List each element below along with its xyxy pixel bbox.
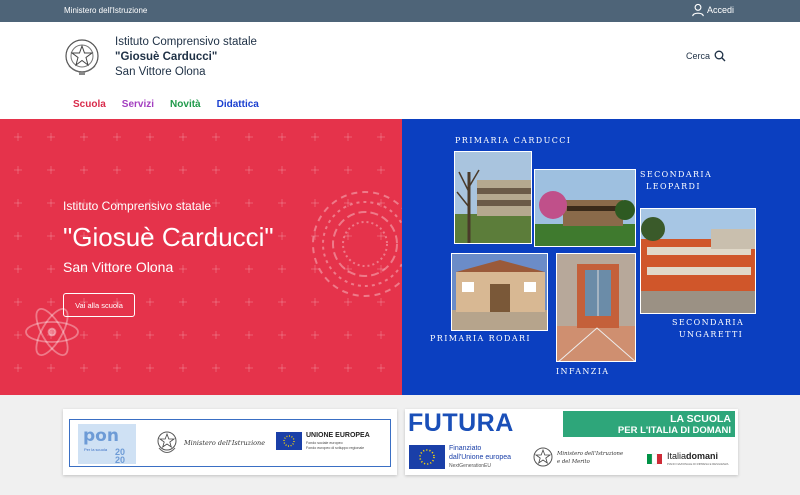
hero-subtitle: Istituto Comprensivo statale xyxy=(63,199,212,213)
pon-logo: pon Per la scuola 20 20 xyxy=(78,424,136,465)
pon-banner-frame: pon Per la scuola 20 20 Ministero dell'I… xyxy=(69,419,391,467)
label-secondaria-leopardi: SECONDARIA LEOPARDI xyxy=(640,170,713,191)
italy-flag-icon xyxy=(647,453,662,465)
eu-flag-icon xyxy=(409,445,445,469)
school-name-line2: "Giosuè Carducci" xyxy=(115,51,218,63)
schools-collage: PRIMARIA CARDUCCI SECONDARIA LEOPARDI PR… xyxy=(402,119,800,395)
go-to-school-button[interactable]: Vai alla scuola xyxy=(63,293,135,317)
pon-banner[interactable]: pon Per la scuola 20 20 Ministero dell'I… xyxy=(63,409,397,475)
republic-emblem-icon xyxy=(533,447,553,467)
label-primaria-carducci: PRIMARIA CARDUCCI xyxy=(455,136,572,145)
nav-item-didattica[interactable]: Didattica xyxy=(217,99,259,110)
label-primaria-rodari: PRIMARIA RODARI xyxy=(430,334,531,343)
school-name-line1: Istituto Comprensivo statale xyxy=(115,36,257,48)
school-name-line3: San Vittore Olona xyxy=(115,66,206,78)
search-icon xyxy=(714,50,726,62)
search-button[interactable]: Cerca xyxy=(686,50,726,62)
site-header: Istituto Comprensivo statale "Giosuè Car… xyxy=(0,22,800,119)
decorative-pattern xyxy=(14,133,402,372)
hero-title: "Giosuè Carducci" xyxy=(63,222,274,252)
photo-infanzia xyxy=(556,253,636,362)
photo-primaria-rodari xyxy=(451,253,548,331)
label-secondaria-ungaretti: SECONDARIA UNGARETTI xyxy=(672,318,745,339)
republic-emblem-icon xyxy=(157,431,177,453)
login-button[interactable]: Accedi xyxy=(691,3,734,17)
nav-item-servizi[interactable]: Servizi xyxy=(122,99,154,110)
hero-banner: Istituto Comprensivo statale "Giosuè Car… xyxy=(0,119,402,395)
label-infanzia: INFANZIA xyxy=(556,367,610,376)
eu-flag-icon xyxy=(276,432,302,450)
scuola-italia-logo: LA SCUOLA PER L'ITALIA DI DOMANI xyxy=(563,411,735,437)
ministry-link[interactable]: Ministero dell'Istruzione xyxy=(64,6,147,15)
main-nav: Scuola Servizi Novità Didattica xyxy=(73,99,275,110)
user-icon xyxy=(692,3,704,17)
nav-item-scuola[interactable]: Scuola xyxy=(73,99,106,110)
photo-secondaria-ungaretti xyxy=(640,208,756,314)
top-bar: Ministero dell'Istruzione Accedi xyxy=(0,0,800,22)
search-label: Cerca xyxy=(685,51,710,61)
login-label: Accedi xyxy=(706,5,734,15)
photo-primaria-carducci xyxy=(454,151,532,244)
school-name[interactable]: Istituto Comprensivo statale "Giosuè Car… xyxy=(115,35,257,80)
funding-logos-section: pon Per la scuola 20 20 Ministero dell'I… xyxy=(0,395,800,495)
futura-banner[interactable]: FUTURA LA SCUOLA PER L'ITALIA DI DOMANI … xyxy=(405,409,738,475)
italian-emblem-icon[interactable] xyxy=(63,36,101,78)
futura-logo: FUTURA xyxy=(408,409,514,437)
photo-secondaria-leopardi xyxy=(534,169,636,247)
nav-item-novita[interactable]: Novità xyxy=(170,99,201,110)
hero-town: San Vittore Olona xyxy=(63,259,174,275)
